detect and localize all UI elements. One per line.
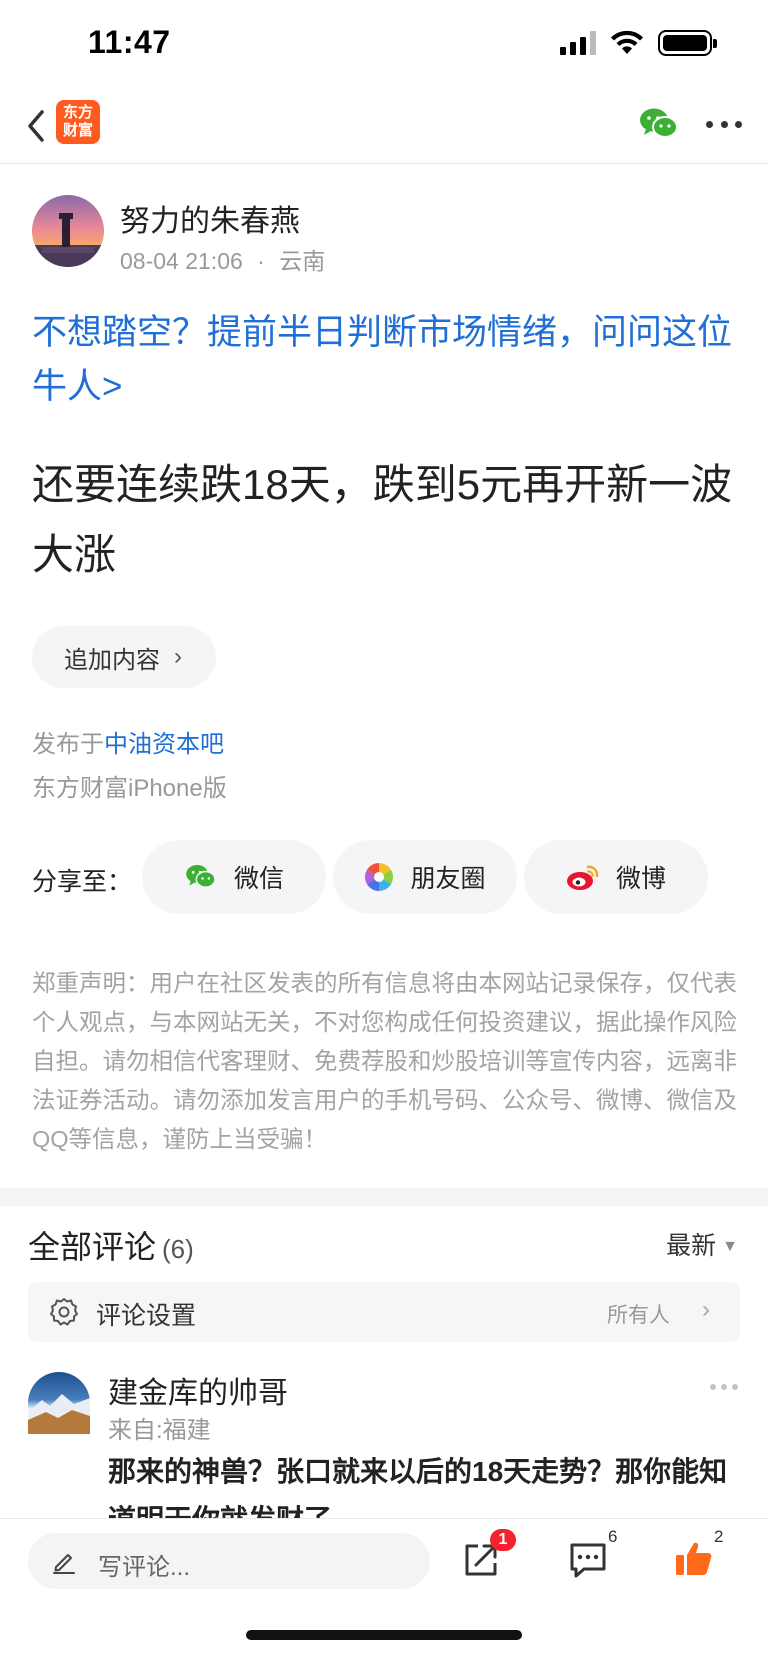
bottom-action-bar: 写评论... 1 6 2 — [0, 1518, 768, 1662]
app-logo: 东方财富 — [56, 100, 100, 144]
share-action-button[interactable]: 1 — [458, 1529, 516, 1587]
comments-header: 全部评论 (6) — [28, 1222, 194, 1268]
comment-settings-value: 所有人 — [607, 1304, 670, 1327]
share-weibo-button[interactable]: 微博 — [524, 840, 708, 914]
author-avatar[interactable] — [32, 195, 104, 267]
commenter-name[interactable]: 建金库的帅哥 — [108, 1368, 288, 1412]
like-action-button[interactable]: 2 — [672, 1527, 726, 1587]
status-icons — [560, 30, 717, 56]
nav-bar: 东方财富 — [0, 90, 768, 164]
author-name[interactable]: 努力的朱春燕 — [120, 196, 300, 240]
post-location: 云南 — [279, 248, 326, 274]
comment-action-button[interactable]: 6 — [566, 1527, 620, 1587]
status-time: 11:47 — [88, 24, 171, 60]
promo-link[interactable]: 不想踏空？提前半日判断市场情绪，问问这位牛人> — [32, 306, 742, 414]
posted-in-prefix: 发布于 — [32, 731, 104, 758]
share-wechat-button[interactable]: 微信 — [142, 840, 326, 914]
home-indicator[interactable] — [246, 1630, 522, 1640]
comment-more-icon[interactable] — [710, 1384, 738, 1392]
more-options-icon[interactable] — [706, 110, 742, 138]
write-comment-placeholder: 写评论... — [98, 1554, 191, 1581]
append-content-label: 追加内容 — [64, 646, 160, 674]
post-datetime: 08-04 21:06 — [120, 248, 243, 274]
meta-separator: · — [257, 248, 265, 274]
write-comment-input[interactable]: 写评论... — [28, 1533, 430, 1589]
comment-settings-label: 评论设置 — [96, 1302, 197, 1330]
client-info: 东方财富iPhone版 — [32, 775, 227, 802]
commenter-location: 来自:福建 — [108, 1417, 211, 1444]
cellular-signal-icon — [560, 31, 596, 55]
status-bar: 11:47 — [0, 0, 768, 90]
comments-title: 全部评论 — [28, 1229, 157, 1265]
posted-in: 发布于中油资本吧 — [32, 724, 224, 759]
weibo-icon — [566, 865, 599, 890]
sort-label: 最新 — [666, 1232, 717, 1260]
gear-icon — [50, 1298, 78, 1326]
comment-count: 6 — [608, 1527, 618, 1546]
share-weibo-label: 微博 — [615, 865, 666, 893]
share-moments-label: 朋友圈 — [410, 865, 486, 893]
post-meta: 08-04 21:06 · 云南 — [120, 242, 325, 276]
disclaimer: 郑重声明：用户在社区发表的所有信息将由本网站记录保存，仅代表个人观点，与本网站无… — [32, 970, 737, 1152]
share-moments-button[interactable]: 朋友圈 — [333, 840, 517, 914]
append-content-button[interactable]: 追加内容 › — [32, 626, 216, 688]
moments-icon — [365, 863, 394, 891]
share-label: 分享至： — [32, 868, 133, 896]
chevron-right-icon: › — [702, 1296, 710, 1323]
comment-bubble-icon — [570, 1543, 606, 1578]
battery-icon — [658, 30, 717, 56]
wechat-icon — [186, 864, 216, 888]
avatar[interactable] — [28, 1372, 90, 1434]
back-arrow-icon[interactable] — [22, 104, 52, 148]
pencil-icon — [53, 1554, 75, 1574]
forum-link[interactable]: 中油资本吧 — [104, 731, 224, 758]
comment-text: 那来的神兽？张口就来以后的18天走势？那你能知道明天你就发财了 — [108, 1456, 728, 1518]
section-divider — [0, 1188, 768, 1206]
comment-settings-row[interactable]: 评论设置 所有人 › — [28, 1282, 740, 1342]
thumbs-up-icon — [676, 1542, 712, 1575]
like-count: 2 — [714, 1527, 724, 1546]
chevron-right-icon: › — [174, 643, 182, 670]
wechat-share-icon[interactable] — [638, 106, 680, 142]
post-title: 还要连续跌18天，跌到5元再开新一波大涨 — [32, 461, 733, 578]
comments-count: (6) — [162, 1234, 194, 1264]
caret-down-icon: ▼ — [722, 1238, 738, 1256]
share-wechat-label: 微信 — [233, 865, 284, 893]
share-badge: 1 — [490, 1529, 516, 1551]
sort-dropdown[interactable]: 最新 ▼ — [666, 1226, 738, 1262]
wifi-icon — [611, 30, 643, 54]
